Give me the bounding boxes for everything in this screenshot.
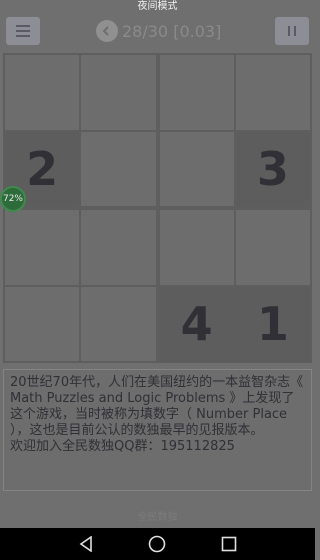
sudoku-cell-r1-c3[interactable] <box>159 55 234 130</box>
pause-icon <box>288 26 296 36</box>
pause-button[interactable] <box>275 17 309 45</box>
square-recents-icon <box>221 536 237 552</box>
progress-badge[interactable]: 72% <box>0 186 26 212</box>
sudoku-cell-r2-c2[interactable] <box>81 131 156 206</box>
sudoku-cell-r3-c4[interactable] <box>235 210 310 285</box>
progress-group: 28/30 [0.03] <box>96 18 221 44</box>
history-paragraph: 20世纪70年代，人们在美国纽约的一本益智杂志《 Math Puzzles an… <box>10 375 304 438</box>
circle-home-icon <box>149 535 166 553</box>
sudoku-board: 2341 <box>3 53 312 363</box>
sudoku-cell-r4-c1[interactable] <box>5 286 80 361</box>
footer-link[interactable]: 全民数独 <box>0 508 315 523</box>
nav-recents-button[interactable] <box>214 529 244 559</box>
top-toolbar: 28/30 [0.03] <box>0 14 315 48</box>
triangle-back-icon <box>79 536 92 552</box>
qq-group-text: 欢迎加入全民数独QQ群：195112825 <box>10 439 235 454</box>
nav-back-button[interactable] <box>71 529 101 559</box>
android-nav-bar <box>0 528 315 560</box>
back-arrow-icon <box>102 26 109 36</box>
progress-counter: 28/30 [0.03] <box>122 21 222 41</box>
sudoku-cell-r4-c2[interactable] <box>81 286 156 361</box>
nav-home-button[interactable] <box>142 529 172 559</box>
menu-button[interactable] <box>6 17 40 45</box>
sudoku-cell-r1-c4[interactable] <box>235 55 310 130</box>
sudoku-cell-r2-c4[interactable]: 3 <box>235 131 310 206</box>
hamburger-menu-icon <box>16 25 30 37</box>
sudoku-cell-r4-c3[interactable]: 4 <box>159 286 234 361</box>
sudoku-cell-r3-c2[interactable] <box>81 210 156 285</box>
sudoku-cell-r4-c4[interactable]: 1 <box>235 286 310 361</box>
status-bar-title: 夜间模式 <box>137 1 178 12</box>
back-button[interactable] <box>96 20 118 42</box>
sudoku-cell-r3-c1[interactable] <box>5 210 80 285</box>
sudoku-cell-r3-c3[interactable] <box>159 210 234 285</box>
sudoku-cell-r1-c2[interactable] <box>81 55 156 130</box>
info-panel: 20世纪70年代，人们在美国纽约的一本益智杂志《 Math Puzzles an… <box>3 369 312 491</box>
sudoku-cell-r2-c3[interactable] <box>159 131 234 206</box>
sudoku-cell-r1-c1[interactable] <box>5 55 80 130</box>
